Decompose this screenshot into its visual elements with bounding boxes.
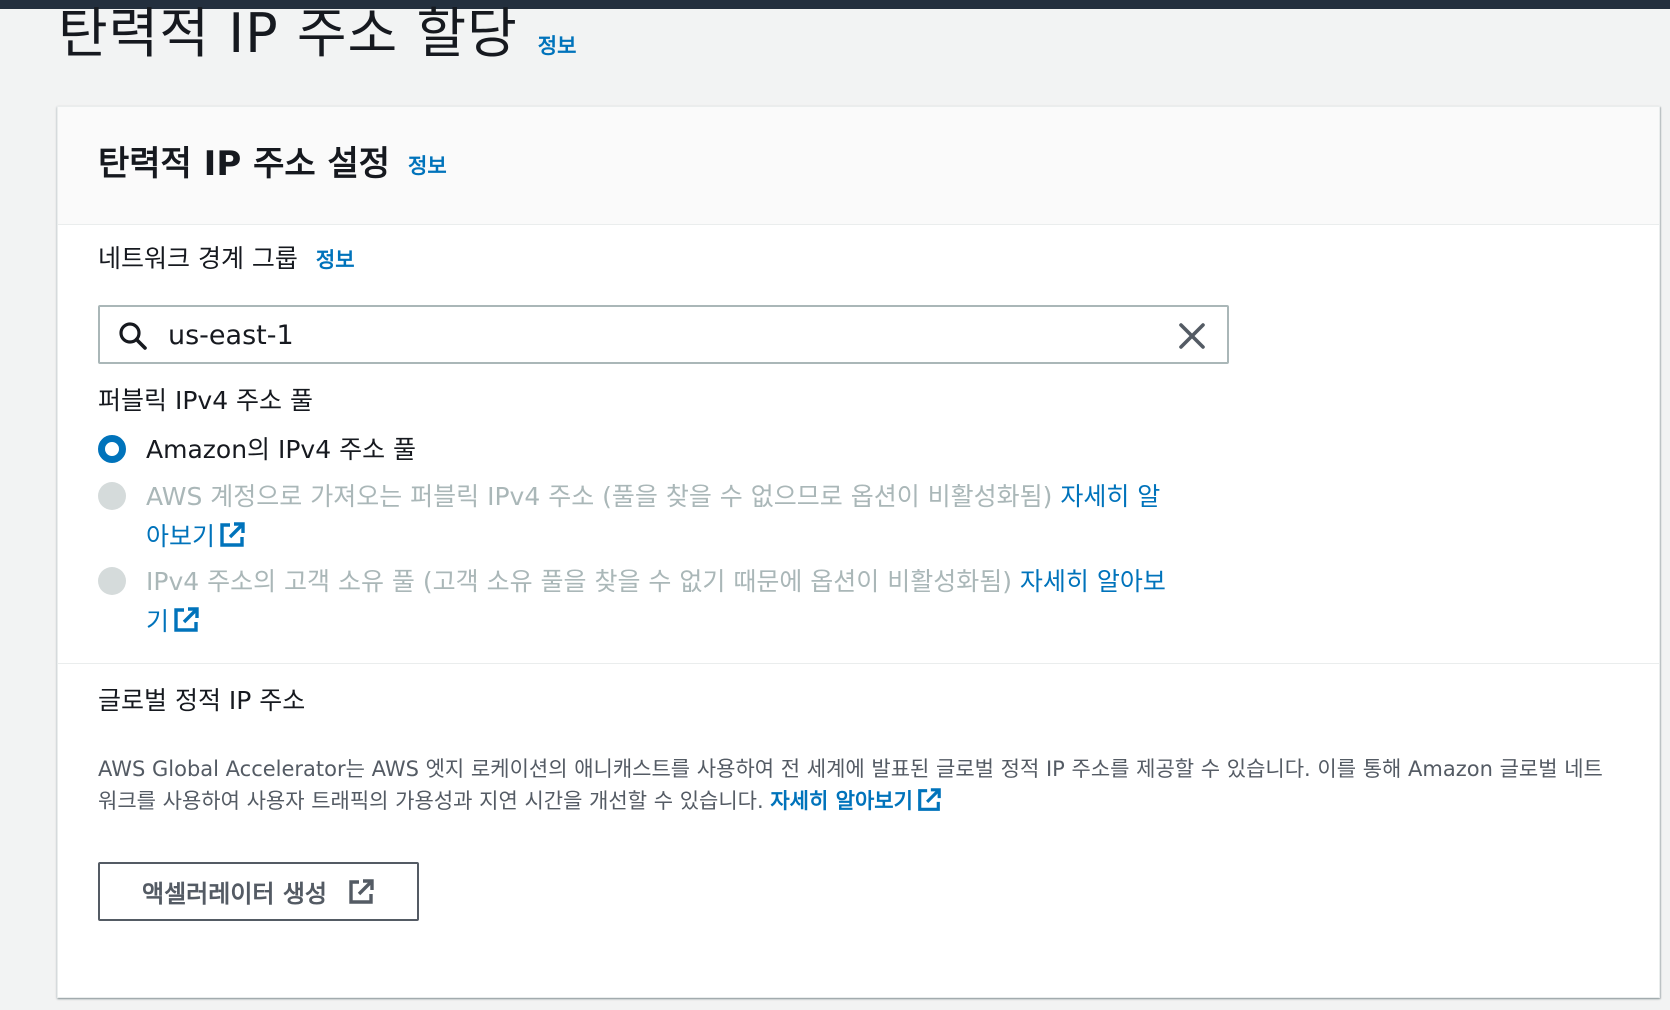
global-accelerator-learn-more-text: 자세히 알아보기 bbox=[770, 789, 913, 813]
network-border-group-label: 네트워크 경계 그룹 정보 bbox=[98, 243, 355, 276]
radio-button-checked[interactable] bbox=[98, 435, 126, 463]
radio-button-disabled bbox=[98, 567, 126, 595]
page-header: 탄력적 IP 주소 할당 정보 bbox=[58, 2, 576, 66]
ipv4-pool-option-amazon-label: Amazon의 IPv4 주소 풀 bbox=[146, 435, 417, 464]
create-accelerator-button[interactable]: 액셀러레이터 생성 bbox=[98, 862, 419, 921]
global-accelerator-learn-more-link[interactable]: 자세히 알아보기 bbox=[770, 788, 942, 813]
search-icon bbox=[119, 322, 147, 350]
create-accelerator-button-label: 액셀러레이터 생성 bbox=[142, 880, 327, 908]
ipv4-pool-option-customer-owned-text: IPv4 주소의 고객 소유 풀 (고객 소유 풀을 찾을 수 없기 때문에 옵… bbox=[146, 567, 1020, 596]
page-title: 탄력적 IP 주소 할당 bbox=[58, 2, 518, 65]
external-link-icon bbox=[918, 788, 941, 811]
panel-title-text: 탄력적 IP 주소 설정 bbox=[98, 144, 391, 184]
external-link-icon bbox=[174, 607, 199, 632]
section-divider bbox=[58, 663, 1659, 664]
external-link-icon bbox=[349, 878, 374, 904]
external-link-icon bbox=[220, 522, 245, 547]
radio-button-disabled bbox=[98, 482, 126, 510]
close-icon[interactable] bbox=[1177, 321, 1207, 351]
elastic-ip-settings-panel: 탄력적 IP 주소 설정정보 네트워크 경계 그룹정보 퍼블릭 IPv4 주소 … bbox=[57, 106, 1660, 998]
panel-title: 탄력적 IP 주소 설정 정보 bbox=[98, 143, 447, 187]
global-static-ip-label: 글로벌 정적 IP 주소 bbox=[98, 686, 306, 715]
ipv4-pool-label: 퍼블릭 IPv4 주소 풀 bbox=[98, 386, 313, 415]
network-border-group-input[interactable] bbox=[168, 315, 1148, 355]
page-info-link[interactable]: 정보 bbox=[538, 30, 577, 60]
network-border-group-label-text: 네트워크 경계 그룹 bbox=[98, 244, 298, 273]
panel-info-link[interactable]: 정보 bbox=[408, 154, 447, 178]
ipv4-pool-option-customer-owned-label: IPv4 주소의 고객 소유 풀 (고객 소유 풀을 찾을 수 없기 때문에 옵… bbox=[146, 562, 1186, 642]
ipv4-pool-option-byoip-label: AWS 계정으로 가져오는 퍼블릭 IPv4 주소 (풀을 찾을 수 없으므로 … bbox=[146, 477, 1166, 557]
ipv4-pool-option-byoip-text: AWS 계정으로 가져오는 퍼블릭 IPv4 주소 (풀을 찾을 수 없으므로 … bbox=[146, 482, 1061, 511]
panel-header: 탄력적 IP 주소 설정 정보 bbox=[58, 107, 1659, 225]
network-border-group-select[interactable] bbox=[98, 305, 1229, 364]
global-static-ip-description: AWS Global Accelerator는 AWS 엣지 로케이션의 애니캐… bbox=[98, 753, 1613, 817]
network-border-group-info-link[interactable]: 정보 bbox=[316, 248, 355, 272]
